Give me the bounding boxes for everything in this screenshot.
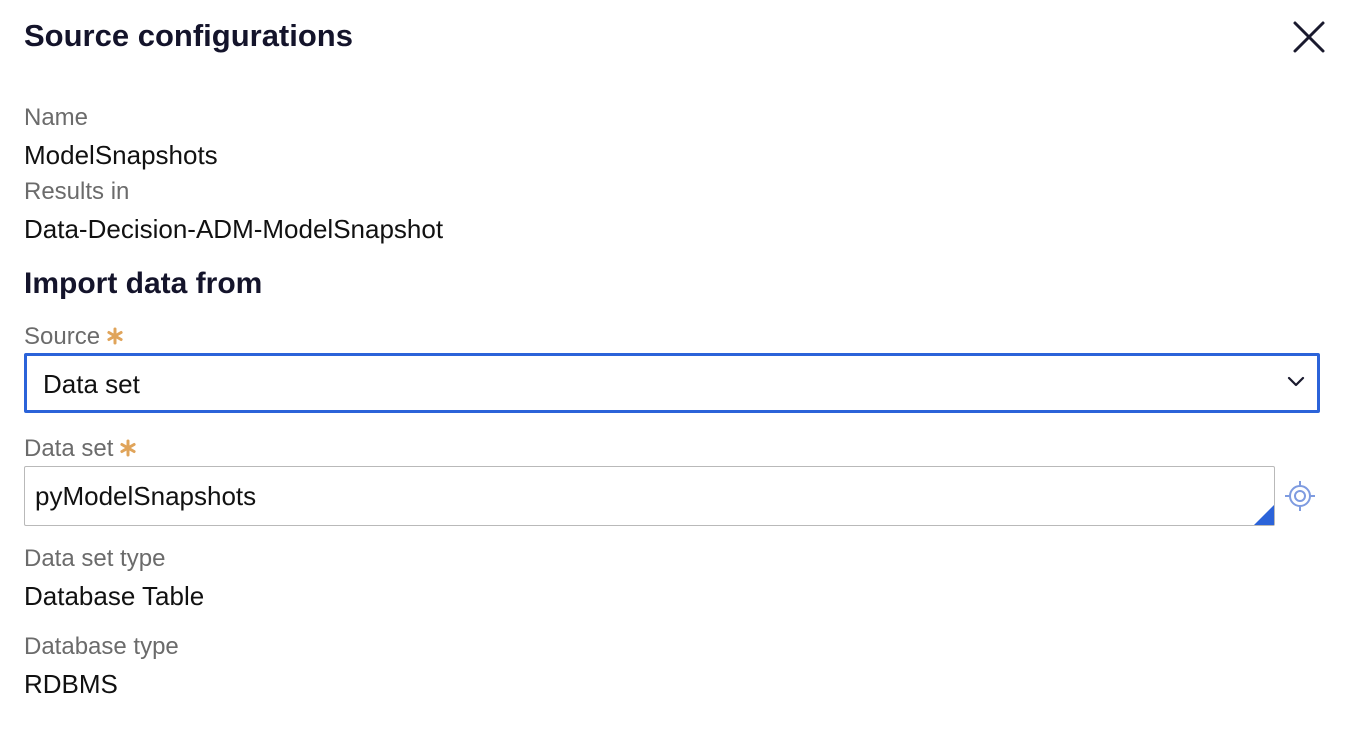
results-in-label: Results in [24, 178, 130, 205]
source-select[interactable]: Data set [24, 353, 1320, 413]
crosshair-icon [1285, 481, 1315, 511]
asterisk-icon [106, 323, 124, 353]
lookup-button[interactable] [1282, 478, 1318, 514]
database-type-label: Database type [24, 633, 179, 660]
asterisk-icon [119, 435, 137, 465]
name-value: ModelSnapshots [24, 140, 218, 170]
source-label-text: Source [24, 323, 101, 350]
data-set-label-text: Data set [24, 435, 114, 462]
results-in-value: Data-Decision-ADM-ModelSnapshot [24, 214, 444, 244]
source-configurations-dialog: Source configurations Name ModelSnapshot… [0, 0, 1350, 730]
data-set-label: Data set [24, 434, 137, 465]
source-select-value: Data set [43, 369, 140, 399]
close-icon [1293, 21, 1325, 53]
data-set-input[interactable] [24, 466, 1275, 526]
chevron-down-icon [1287, 375, 1305, 393]
import-data-heading: Import data from [24, 267, 263, 300]
dialog-title: Source configurations [24, 18, 353, 53]
close-button[interactable] [1288, 16, 1330, 58]
data-set-type-value: Database Table [24, 581, 205, 611]
database-type-value: RDBMS [24, 669, 118, 699]
name-label: Name [24, 104, 89, 131]
data-set-type-label: Data set type [24, 545, 166, 572]
autocomplete-indicator-icon [1254, 505, 1274, 525]
source-label: Source [24, 322, 124, 353]
